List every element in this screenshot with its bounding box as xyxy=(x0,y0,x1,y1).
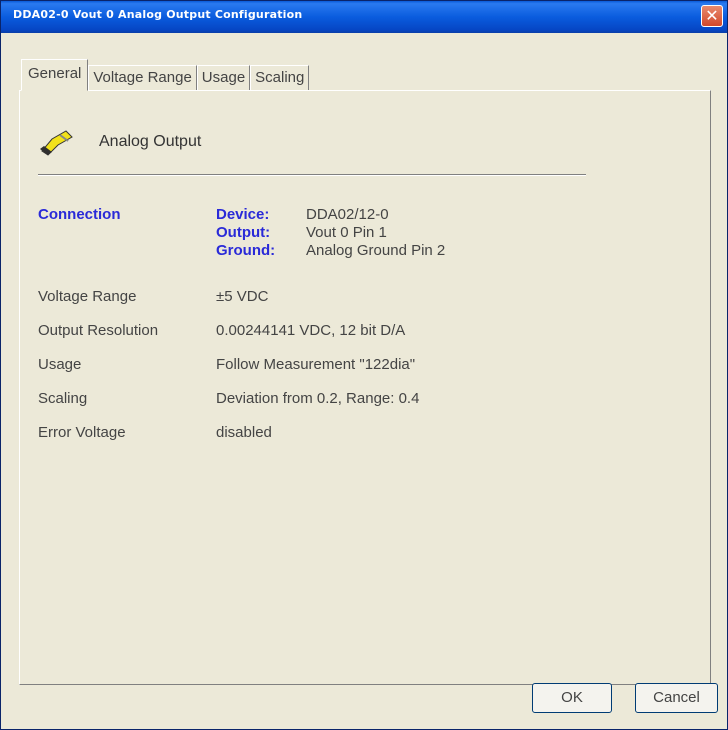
connection-details: Device: DDA02/12-0 Output: Vout 0 Pin 1 … xyxy=(216,206,445,260)
tab-scaling[interactable]: Scaling xyxy=(250,65,310,91)
dialog-window: DDA02-0 Vout 0 Analog Output Configurati… xyxy=(0,0,728,730)
connection-row-ground: Ground: Analog Ground Pin 2 xyxy=(216,242,445,260)
error-voltage-value: disabled xyxy=(216,424,272,441)
cancel-button[interactable]: Cancel xyxy=(635,683,718,713)
error-voltage-label: Error Voltage xyxy=(38,424,126,441)
output-resolution-label: Output Resolution xyxy=(38,322,159,339)
voltage-range-label: Voltage Range xyxy=(38,288,137,305)
usage-value: Follow Measurement "122dia" xyxy=(216,356,416,373)
tab-usage[interactable]: Usage xyxy=(196,65,251,91)
connection-heading: Connection xyxy=(38,206,121,223)
connection-row-output: Output: Vout 0 Pin 1 xyxy=(216,224,445,242)
voltage-range-value: ±5 VDC xyxy=(216,288,269,305)
scaling-label: Scaling xyxy=(38,390,88,407)
ok-button-label: OK xyxy=(561,689,583,706)
ok-button[interactable]: OK xyxy=(532,683,612,713)
general-tab-panel xyxy=(19,90,711,685)
scaling-value: Deviation from 0.2, Range: 0.4 xyxy=(216,390,420,407)
output-label: Output: xyxy=(216,224,271,241)
device-label: Device: xyxy=(216,206,270,223)
window-title: DDA02-0 Vout 0 Analog Output Configurati… xyxy=(13,8,303,21)
cancel-button-label: Cancel xyxy=(653,689,700,706)
section-divider xyxy=(38,174,586,176)
device-value: DDA02/12-0 xyxy=(306,206,389,223)
tab-strip: General Voltage Range Usage Scaling xyxy=(21,59,310,91)
tab-general[interactable]: General xyxy=(21,59,89,91)
ground-label: Ground: xyxy=(216,242,276,259)
close-icon: ✕ xyxy=(705,6,719,25)
connection-row-device: Device: DDA02/12-0 xyxy=(216,206,445,224)
close-button[interactable]: ✕ xyxy=(701,5,723,27)
usage-label: Usage xyxy=(38,356,82,373)
output-resolution-value: 0.00244141 VDC, 12 bit D/A xyxy=(216,322,406,339)
ground-value: Analog Ground Pin 2 xyxy=(306,242,446,259)
analog-output-icon xyxy=(40,130,73,156)
title-bar[interactable]: DDA02-0 Vout 0 Analog Output Configurati… xyxy=(1,1,727,33)
output-type-label: Analog Output xyxy=(99,133,202,150)
tab-voltage-range[interactable]: Voltage Range xyxy=(88,65,197,91)
output-value: Vout 0 Pin 1 xyxy=(306,224,387,241)
